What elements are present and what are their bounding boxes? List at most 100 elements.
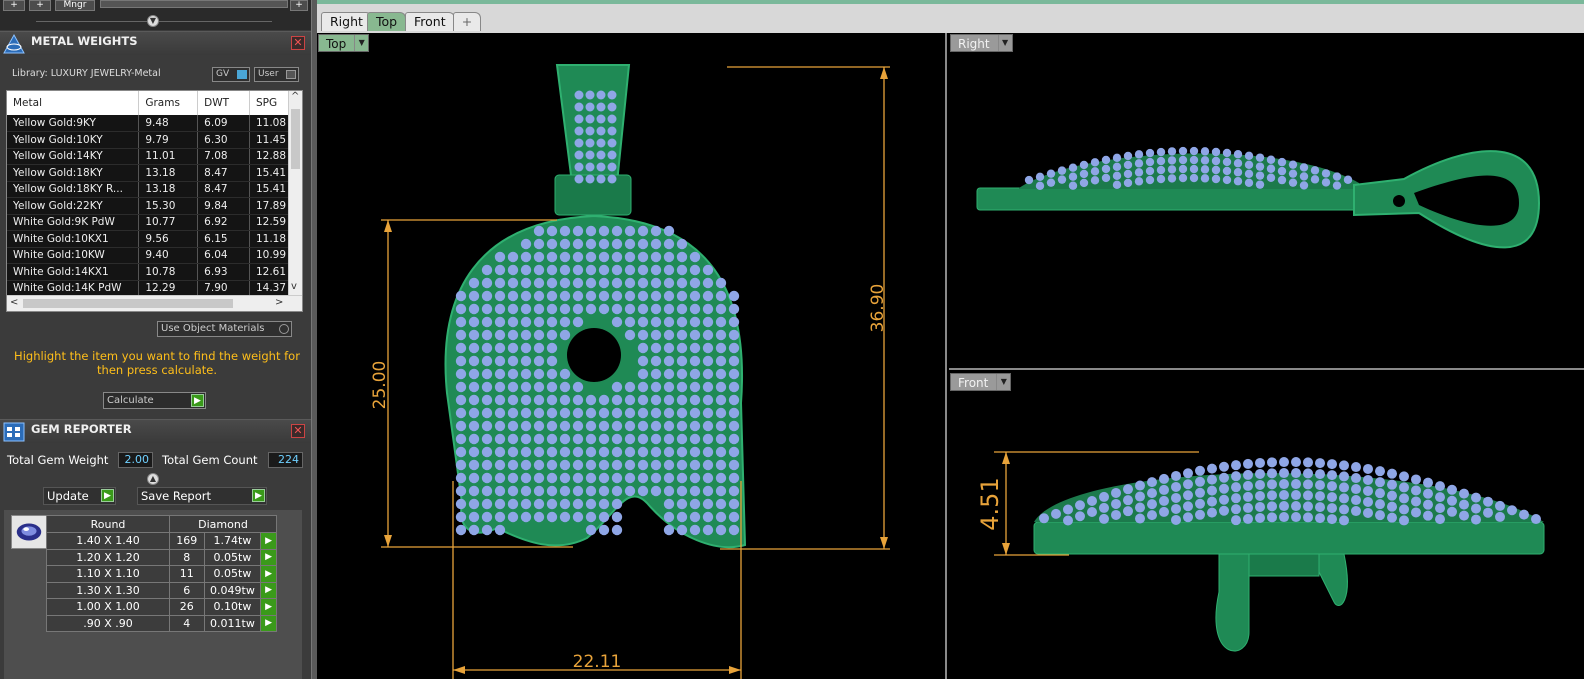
pave-stone — [1267, 490, 1277, 501]
pave-stone — [520, 316, 532, 328]
metal-grams: 9.48 — [138, 115, 199, 132]
pave-stone — [585, 150, 595, 160]
add-tab-icon[interactable]: + — [453, 12, 481, 31]
pave-stone — [494, 316, 506, 328]
pave-stone — [1279, 457, 1289, 468]
column-header[interactable]: Grams — [138, 91, 199, 115]
close-icon[interactable]: ✕ — [291, 424, 305, 438]
round-diamond-icon[interactable] — [11, 515, 47, 549]
update-button[interactable]: Update ▶ — [43, 487, 116, 505]
metal-row[interactable]: Yellow Gold:22KY 15.30 9.84 17.89 — [7, 197, 290, 215]
pave-stone — [624, 264, 636, 276]
pave-stone — [455, 381, 467, 393]
manager-button[interactable]: Mngr — [55, 0, 95, 11]
pave-stone — [494, 329, 506, 341]
expand-button[interactable]: + — [290, 0, 308, 11]
metal-row[interactable]: White Gold:10KX1 9.56 6.15 11.18 — [7, 230, 290, 248]
pave-stone — [585, 162, 595, 172]
metal-row[interactable]: Yellow Gold:9KY 9.48 6.09 11.08 — [7, 115, 290, 132]
metal-row[interactable]: Yellow Gold:14KY 11.01 7.08 12.88 — [7, 148, 290, 165]
gem-row[interactable]: 1.40 X 1.40 169 1.74tw ▶ — [46, 532, 277, 550]
select-gem-icon[interactable]: ▶ — [260, 581, 277, 599]
metal-row[interactable]: White Gold:10KW 9.40 6.04 10.99 — [7, 247, 290, 264]
gv-toggle[interactable]: GV — [212, 67, 250, 82]
pave-stone — [611, 290, 623, 302]
metal-row[interactable]: Yellow Gold:10KY 9.79 6.30 11.45 — [7, 131, 290, 149]
collapse-knob-icon[interactable]: ▲ — [147, 473, 159, 485]
scroll-down-icon[interactable]: v — [291, 281, 297, 292]
pave-stone — [481, 472, 493, 484]
pave-stone — [1243, 469, 1253, 480]
gem-row[interactable]: 1.00 X 1.00 26 0.10tw ▶ — [46, 598, 277, 616]
pave-stone — [1063, 515, 1073, 526]
user-toggle[interactable]: User — [254, 67, 299, 82]
save-report-button[interactable]: Save Report ▶ — [137, 487, 267, 505]
toolbar-slider[interactable] — [100, 0, 288, 8]
add-alt-button[interactable]: + — [29, 0, 51, 11]
pave-stone — [1145, 166, 1155, 176]
pave-stone — [481, 290, 493, 302]
tab-right[interactable]: Right — [321, 12, 372, 31]
tab-top[interactable]: Top — [367, 12, 407, 31]
pave-stone — [663, 381, 675, 393]
column-header[interactable]: DWT — [197, 91, 250, 115]
add-button[interactable]: + — [3, 0, 25, 11]
pave-stone — [637, 342, 649, 354]
pave-stone — [481, 277, 493, 289]
select-gem-icon[interactable]: ▶ — [260, 565, 277, 583]
collapse-knob-icon[interactable]: ▼ — [147, 15, 159, 27]
gem-count: 6 — [169, 581, 205, 599]
metal-row[interactable]: Yellow Gold:18KY R... 13.18 8.47 15.41 — [7, 181, 290, 198]
metal-row[interactable]: White Gold:9K PdW 10.77 6.92 12.59 — [7, 214, 290, 231]
gem-row[interactable]: .90 X .90 4 0.011tw ▶ — [46, 614, 277, 632]
select-gem-icon[interactable]: ▶ — [260, 532, 277, 550]
pave-stone — [650, 446, 662, 458]
pave-stone — [1291, 501, 1301, 512]
select-gem-icon[interactable]: ▶ — [260, 548, 277, 566]
horizontal-scrollbar[interactable]: < > — [7, 295, 302, 311]
metal-row[interactable]: Yellow Gold:18KY 13.18 8.47 15.41 — [7, 164, 290, 182]
vertical-scrollbar[interactable]: ^ v — [288, 91, 302, 297]
pave-stone — [637, 446, 649, 458]
pave-stone — [1315, 502, 1325, 513]
top-viewport[interactable]: Top ▼ 36.90 25.00 22.11 — [317, 33, 947, 679]
pave-stone — [728, 342, 740, 354]
pave-stone — [637, 407, 649, 419]
pave-stone — [533, 459, 545, 471]
scroll-thumb[interactable] — [291, 109, 300, 169]
metal-row[interactable]: White Gold:14KX1 10.78 6.93 12.61 — [7, 263, 290, 281]
select-gem-icon[interactable]: ▶ — [260, 614, 277, 632]
pave-stone — [702, 381, 714, 393]
pave-stone — [585, 138, 595, 148]
pave-stone — [507, 459, 519, 471]
pave-stone — [468, 316, 480, 328]
close-icon[interactable]: ✕ — [291, 36, 305, 50]
column-header[interactable]: SPG — [249, 91, 290, 115]
scroll-thumb[interactable] — [23, 299, 233, 308]
pave-stone — [1277, 175, 1287, 185]
scroll-up-icon[interactable]: ^ — [291, 91, 299, 102]
gem-row[interactable]: 1.20 X 1.20 8 0.05tw ▶ — [46, 548, 277, 566]
scroll-right-icon[interactable]: > — [275, 297, 283, 308]
pave-stone — [1244, 160, 1254, 169]
metal-weights-header: METAL WEIGHTS ✕ — [0, 31, 311, 55]
scroll-left-icon[interactable]: < — [10, 297, 18, 308]
use-object-materials-toggle[interactable]: Use Object Materials — [157, 321, 292, 337]
pave-stone — [572, 316, 584, 328]
metal-dwt: 6.30 — [197, 131, 250, 149]
pave-stone — [611, 433, 623, 445]
pave-stone — [728, 420, 740, 432]
pave-stone — [546, 420, 558, 432]
tab-front[interactable]: Front — [405, 12, 455, 31]
pave-stone — [533, 329, 545, 341]
gem-row[interactable]: 1.30 X 1.30 6 0.049tw ▶ — [46, 581, 277, 599]
metal-spg: 15.41 — [249, 181, 290, 198]
select-gem-icon[interactable]: ▶ — [260, 598, 277, 616]
right-viewport[interactable]: Right ▼ — [949, 33, 1584, 370]
column-header[interactable]: Metal — [7, 91, 140, 115]
metal-dwt: 6.93 — [197, 263, 250, 281]
calculate-button[interactable]: Calculate ▶ — [103, 392, 206, 409]
pave-stone — [559, 303, 571, 315]
gem-row[interactable]: 1.10 X 1.10 11 0.05tw ▶ — [46, 565, 277, 583]
front-viewport[interactable]: Front ▼ 4.51 — [949, 372, 1584, 679]
